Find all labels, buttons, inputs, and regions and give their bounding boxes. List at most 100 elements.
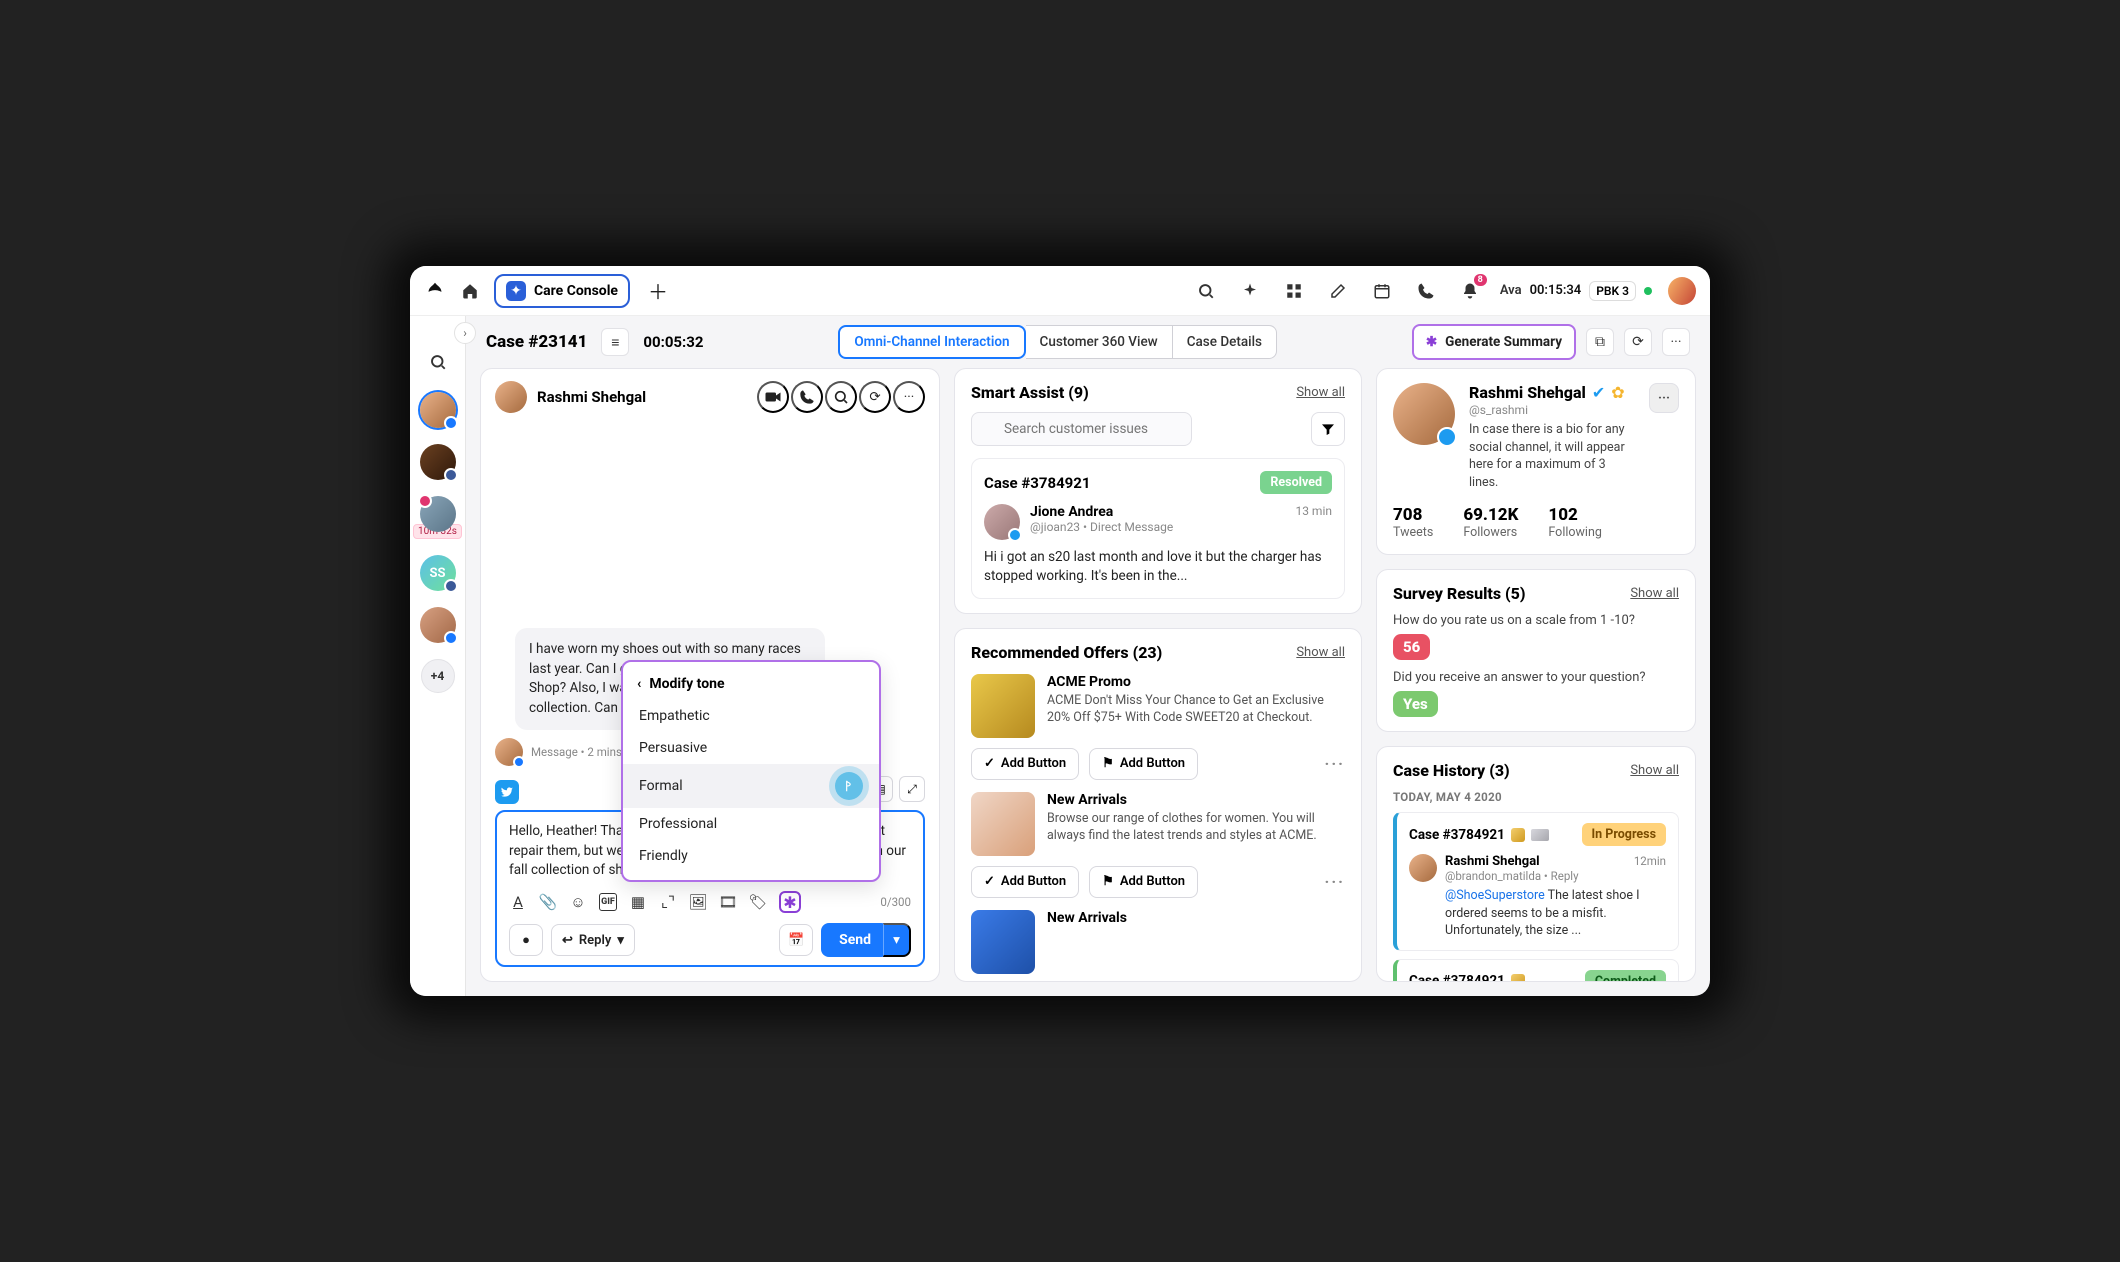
main-area: Case #23141 ≡ 00:05:32 Omni-Channel Inte… <box>466 316 1710 996</box>
send-button[interactable]: Send <box>821 923 889 957</box>
award-icon: ✿ <box>1611 383 1624 402</box>
reply-mode-button[interactable]: ↩ Reply ▾ <box>551 924 635 956</box>
offer-body: Browse our range of clothes for women. Y… <box>1047 810 1345 845</box>
profile-avatar[interactable] <box>1393 383 1455 445</box>
table-icon[interactable]: ▦ <box>629 893 647 911</box>
snippet-icon[interactable]: ⌞⌝ <box>659 893 677 911</box>
generate-summary-button[interactable]: ✱ Generate Summary <box>1412 324 1576 360</box>
customer-name: Rashmi Shehgal <box>537 388 646 406</box>
tab-360[interactable]: Customer 360 View <box>1026 325 1173 359</box>
chat-overflow-button[interactable]: ··· <box>893 381 925 413</box>
apps-grid-button[interactable] <box>1280 277 1308 305</box>
related-case[interactable]: Case #3784921 Resolved Jione Andrea @jio… <box>971 458 1345 599</box>
rail-conversation-1[interactable] <box>420 392 456 428</box>
smart-assist-showall[interactable]: Show all <box>1296 385 1345 400</box>
ai-assist-icon[interactable]: ✱ <box>779 891 801 913</box>
rail-search-button[interactable] <box>424 348 452 376</box>
gif-icon[interactable]: GIF <box>599 893 617 911</box>
offer-title: New Arrivals <box>1047 792 1345 808</box>
phone-button[interactable] <box>1412 277 1440 305</box>
schedule-button[interactable]: 📅 <box>779 924 813 956</box>
offer-add-check[interactable]: ✓ Add Button <box>971 866 1079 898</box>
global-search-button[interactable] <box>1192 277 1220 305</box>
attachment-icon[interactable]: 📎 <box>539 893 557 911</box>
image-icon[interactable]: 🖼 <box>689 893 707 911</box>
tab-omni[interactable]: Omni-Channel Interaction <box>838 325 1025 359</box>
offers-title: Recommended Offers (23) <box>971 643 1162 662</box>
chat-refresh-button[interactable]: ⟳ <box>859 381 891 413</box>
composer-expand-button[interactable]: ⤢ <box>899 776 925 802</box>
offer-add-flag[interactable]: ⚑ Add Button <box>1089 748 1198 780</box>
status-dot-icon <box>1644 287 1652 295</box>
ai-spark-button[interactable] <box>1236 277 1264 305</box>
tone-option-professional[interactable]: Professional <box>623 808 879 840</box>
workspace-tab[interactable]: ✦ Care Console <box>494 274 630 308</box>
offer-overflow[interactable]: ··· <box>1325 754 1345 773</box>
profile-handle: @s_rashmi <box>1469 403 1635 417</box>
emoji-icon[interactable]: ☺ <box>569 893 587 911</box>
channel-dot-icon <box>513 756 525 768</box>
voice-call-button[interactable] <box>791 381 823 413</box>
send-options-button[interactable]: ▾ <box>883 923 911 957</box>
profile-overflow[interactable]: ··· <box>1649 383 1679 413</box>
tone-option-empathetic[interactable]: Empathetic <box>623 700 879 732</box>
profile-bio: In case there is a bio for any social ch… <box>1469 421 1635 491</box>
tone-option-persuasive[interactable]: Persuasive <box>623 732 879 764</box>
video-call-button[interactable] <box>757 381 789 413</box>
agent-status[interactable]: Ava 00:15:34 PBK 3 <box>1500 281 1652 301</box>
offers-showall[interactable]: Show all <box>1296 645 1345 660</box>
offer-overflow[interactable]: ··· <box>1325 872 1345 891</box>
columns: Rashmi Shehgal ⟳ ··· I have worn my <box>466 368 1710 996</box>
related-case-name: Jione Andrea <box>1030 504 1173 520</box>
history-item[interactable]: Case #3784921 Completed Rashmi Shehgal 1… <box>1393 959 1679 983</box>
video-icon[interactable]: 🎞 <box>719 893 737 911</box>
app-window: ✦ Care Console ＋ 8 Ava 00:15:34 PBK 3 <box>410 266 1710 996</box>
offer-add-flag[interactable]: ⚑ Add Button <box>1089 866 1198 898</box>
case-menu-button[interactable]: ≡ <box>601 328 629 356</box>
history-card: Case History (3) Show all TODAY, MAY 4 2… <box>1376 746 1696 982</box>
compose-button[interactable] <box>1324 277 1352 305</box>
offers-card: Recommended Offers (23) Show all ACME Pr… <box>954 628 1362 982</box>
rail-expand-button[interactable]: › <box>454 322 476 344</box>
offer-add-check[interactable]: ✓ Add Button <box>971 748 1079 780</box>
text-format-icon[interactable]: A <box>509 893 527 911</box>
case-timer: 00:05:32 <box>643 333 703 351</box>
survey-showall[interactable]: Show all <box>1630 586 1679 601</box>
chat-search-button[interactable] <box>825 381 857 413</box>
offer-item: New Arrivals Browse our range of clothes… <box>971 792 1345 856</box>
popout-button[interactable]: ⧉ <box>1586 328 1614 356</box>
channel-dot-icon <box>1437 427 1457 447</box>
add-tab-button[interactable]: ＋ <box>644 277 672 305</box>
case-title: Case #23141 <box>486 332 587 352</box>
tone-popover-header[interactable]: ‹Modify tone <box>623 670 879 700</box>
rail-more-button[interactable]: +4 <box>421 659 455 693</box>
history-item[interactable]: Case #3784921 In Progress Rashmi Shehgal <box>1393 812 1679 951</box>
home-button[interactable] <box>456 277 484 305</box>
history-showall[interactable]: Show all <box>1630 763 1679 778</box>
channel-twitter-icon[interactable] <box>495 780 519 804</box>
mention-link[interactable]: @ShoeSuperstore <box>1445 888 1545 903</box>
tag-icon[interactable]: 🏷 <box>749 893 767 911</box>
rail-conversation-4[interactable]: SS <box>420 555 456 591</box>
channel-picker-button[interactable]: ● <box>509 924 543 956</box>
channel-dot-icon <box>444 631 458 645</box>
tone-option-friendly[interactable]: Friendly <box>623 840 879 872</box>
rail-conversation-2[interactable] <box>420 444 456 480</box>
customer-avatar[interactable] <box>495 381 527 413</box>
agent-avatar[interactable] <box>1668 277 1696 305</box>
survey-q2: Did you receive an answer to your questi… <box>1393 670 1679 685</box>
rail-conversation-3[interactable] <box>420 496 456 532</box>
notifications-button[interactable]: 8 <box>1456 277 1484 305</box>
rail-conversation-5[interactable] <box>420 607 456 643</box>
channel-dot-icon <box>1008 528 1022 542</box>
refresh-button[interactable]: ⟳ <box>1624 328 1652 356</box>
smart-assist-search[interactable] <box>971 412 1192 446</box>
calendar-button[interactable] <box>1368 277 1396 305</box>
tone-option-formal[interactable]: Formal <box>623 764 879 808</box>
pbk-pill: PBK 3 <box>1589 281 1636 301</box>
smart-assist-filter[interactable] <box>1311 412 1345 446</box>
case-subheader: Case #23141 ≡ 00:05:32 Omni-Channel Inte… <box>466 316 1710 368</box>
case-overflow-button[interactable]: ··· <box>1662 328 1690 356</box>
cursor-indicator-icon <box>835 772 863 800</box>
tab-details[interactable]: Case Details <box>1173 325 1277 359</box>
